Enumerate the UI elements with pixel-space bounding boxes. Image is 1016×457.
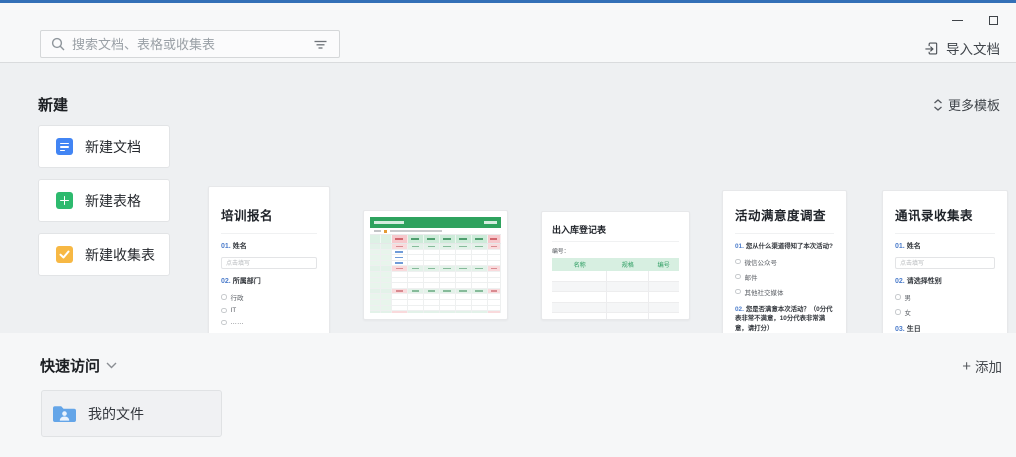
import-icon bbox=[924, 41, 939, 56]
minimize-button[interactable] bbox=[948, 11, 966, 29]
template-preview bbox=[363, 210, 508, 320]
radio-option: 邮件 bbox=[735, 272, 834, 282]
new-sheet-button[interactable]: 新建表格 bbox=[38, 179, 170, 222]
radio-option: 其他社交媒体 bbox=[735, 287, 834, 297]
radio-option: 行政 bbox=[221, 292, 317, 302]
radio-option: 微信公众号 bbox=[735, 257, 834, 267]
add-quick-access-button[interactable]: + 添加 bbox=[962, 356, 1002, 376]
maximize-icon bbox=[989, 16, 998, 25]
template-preview: 活动满意度调查 01.您从什么渠道得知了本次活动? 微信公众号 邮件 其他社交媒… bbox=[722, 190, 847, 341]
spreadsheet-plus-icon bbox=[56, 192, 73, 209]
search-icon bbox=[51, 37, 65, 51]
checkmark-form-icon bbox=[56, 246, 73, 263]
minimize-icon bbox=[952, 20, 963, 21]
new-collect-form-button[interactable]: 新建收集表 bbox=[38, 233, 170, 276]
preview-input: 点击填写 bbox=[895, 257, 995, 269]
quick-access-title: 快速访问 bbox=[40, 355, 100, 376]
schedule-spreadsheet-preview bbox=[370, 217, 501, 313]
radio-option: IT bbox=[221, 307, 317, 314]
maximize-button[interactable] bbox=[984, 11, 1002, 29]
expand-updown-icon bbox=[933, 99, 943, 111]
chevron-down-icon bbox=[106, 362, 117, 369]
quick-access-toggle[interactable]: 快速访问 bbox=[40, 355, 117, 376]
my-files-item[interactable]: 我的文件 bbox=[41, 390, 222, 437]
template-preview: 培训报名 01.姓名 点击填写 02.所属部门 行政 IT …… 03.联系电话 bbox=[208, 186, 330, 338]
preview-input: 点击填写 bbox=[221, 257, 317, 269]
search-box[interactable] bbox=[40, 30, 340, 58]
template-preview: 通讯录收集表 01.姓名 点击填写 02.请选择性别 男 女 03.生日 点击填… bbox=[882, 190, 1008, 340]
new-section: 新建 更多模板 新建文档 新建表格 新建收集表 培训报名 bbox=[0, 63, 1016, 333]
topbar: 导入文档 bbox=[0, 3, 1016, 63]
new-document-button[interactable]: 新建文档 bbox=[38, 125, 170, 168]
document-icon bbox=[56, 138, 73, 155]
plus-icon: + bbox=[962, 359, 971, 374]
more-templates-button[interactable]: 更多模板 bbox=[933, 95, 1000, 114]
folder-user-icon bbox=[52, 404, 77, 424]
filter-icon[interactable] bbox=[311, 35, 329, 53]
radio-option: 男 bbox=[895, 292, 995, 302]
my-files-label: 我的文件 bbox=[88, 404, 144, 424]
radio-option: …… bbox=[221, 319, 317, 326]
app-window: 导入文档 新建 更多模板 新建文档 新建表格 新建收集表 bbox=[0, 0, 1016, 457]
quick-access-section: 快速访问 + 添加 我的文件 bbox=[0, 333, 1016, 457]
preview-table-header: 名称 规格 编号 bbox=[552, 258, 679, 271]
import-document-button[interactable]: 导入文档 bbox=[924, 38, 1000, 58]
search-input[interactable] bbox=[72, 37, 311, 52]
radio-option: 女 bbox=[895, 307, 995, 317]
new-section-title: 新建 bbox=[38, 94, 68, 115]
window-controls bbox=[948, 11, 1002, 29]
template-preview: 出入库登记表 编号： 名称 规格 编号 bbox=[541, 211, 690, 320]
import-label: 导入文档 bbox=[946, 38, 1000, 58]
